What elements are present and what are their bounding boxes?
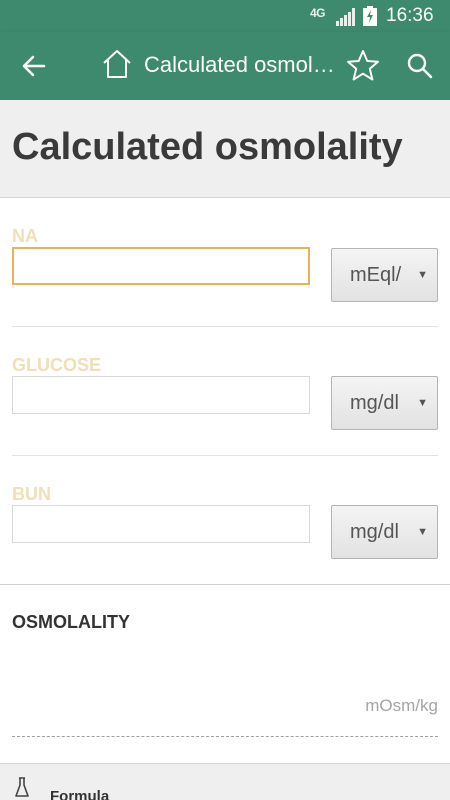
- na-input[interactable]: [12, 247, 310, 285]
- status-bar: 4G 16:36: [0, 0, 450, 32]
- page-header: Calculated osmolality: [0, 100, 450, 198]
- result-underline: [12, 736, 438, 737]
- star-icon[interactable]: [345, 48, 381, 84]
- flask-icon: [15, 777, 29, 797]
- glucose-unit-value: mg/dl: [350, 392, 399, 414]
- chevron-down-icon: ▼: [417, 397, 428, 409]
- signal-icon: [336, 8, 355, 26]
- bun-input[interactable]: [12, 505, 310, 543]
- na-unit-value: mEql/: [350, 264, 402, 286]
- home-icon[interactable]: [101, 48, 133, 80]
- glucose-unit-select[interactable]: mg/dl ▼: [331, 376, 438, 430]
- back-arrow-icon[interactable]: [20, 52, 48, 80]
- bun-label: BUN: [12, 484, 51, 504]
- app-bar-title: Calculated osmola…: [144, 52, 339, 77]
- battery-charging-icon: [363, 6, 377, 26]
- na-unit-select[interactable]: mEql/ ▼: [331, 248, 438, 302]
- glucose-input[interactable]: [12, 376, 310, 414]
- divider: [12, 455, 438, 456]
- divider: [12, 326, 438, 327]
- chevron-down-icon: ▼: [417, 526, 428, 538]
- network-indicator: 4G: [310, 6, 326, 20]
- bun-unit-select[interactable]: mg/dl ▼: [331, 505, 438, 559]
- formula-label: Formula: [50, 788, 110, 800]
- na-label: NA: [12, 226, 38, 246]
- section-divider: [0, 584, 450, 585]
- formula-section[interactable]: Formula: [0, 763, 450, 800]
- osmolality-label: OSMOLALITY: [12, 612, 130, 632]
- clock: 16:36: [386, 5, 434, 26]
- app-bar: Calculated osmola…: [0, 32, 450, 100]
- bun-unit-value: mg/dl: [350, 521, 399, 543]
- page-title: Calculated osmolality: [12, 126, 403, 168]
- glucose-label: GLUCOSE: [12, 355, 102, 375]
- search-icon[interactable]: [406, 52, 434, 80]
- chevron-down-icon: ▼: [417, 269, 428, 281]
- osmolality-unit: mOsm/kg: [365, 696, 438, 715]
